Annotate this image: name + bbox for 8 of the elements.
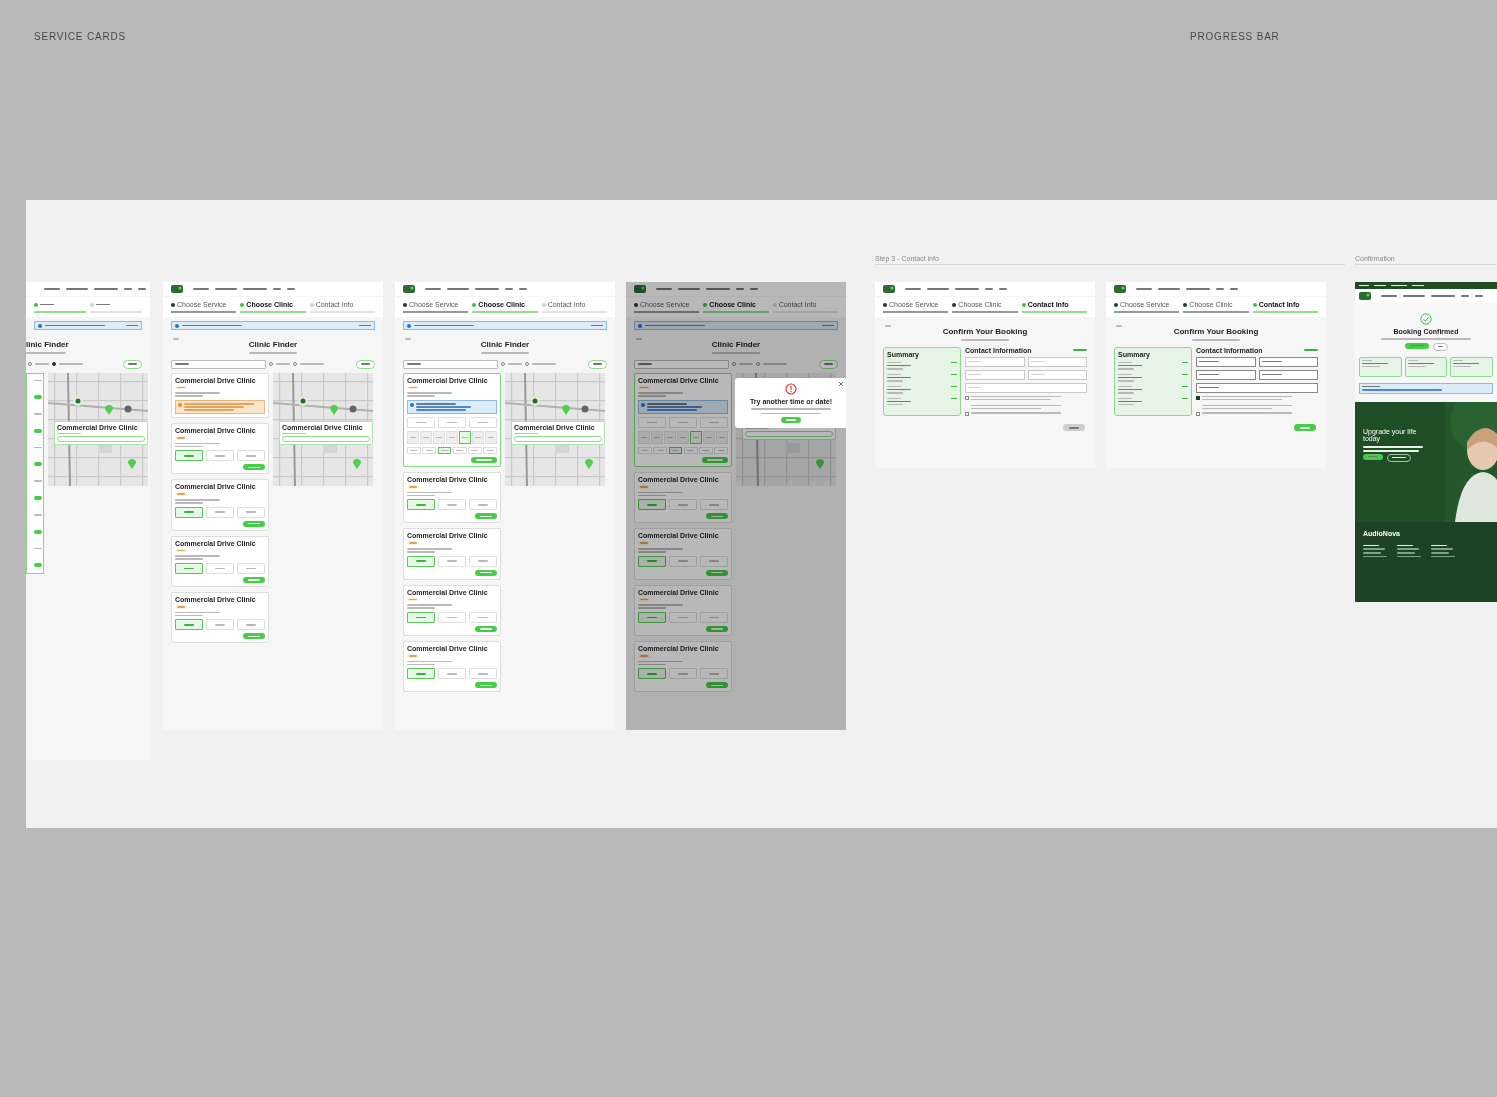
page-title: Clinic Finder xyxy=(248,340,298,349)
page-title: linic Finder xyxy=(26,340,69,349)
canvas-label: SERVICE CARDS xyxy=(34,31,126,42)
page-title: Clinic Finder xyxy=(480,340,530,349)
page-title: Confirm Your Booking xyxy=(1173,327,1259,336)
canvas-label: PROGRESS BAR xyxy=(1190,31,1280,42)
page-title: Clinic Finder xyxy=(711,340,761,349)
page-title: Confirm Your Booking xyxy=(942,327,1028,336)
